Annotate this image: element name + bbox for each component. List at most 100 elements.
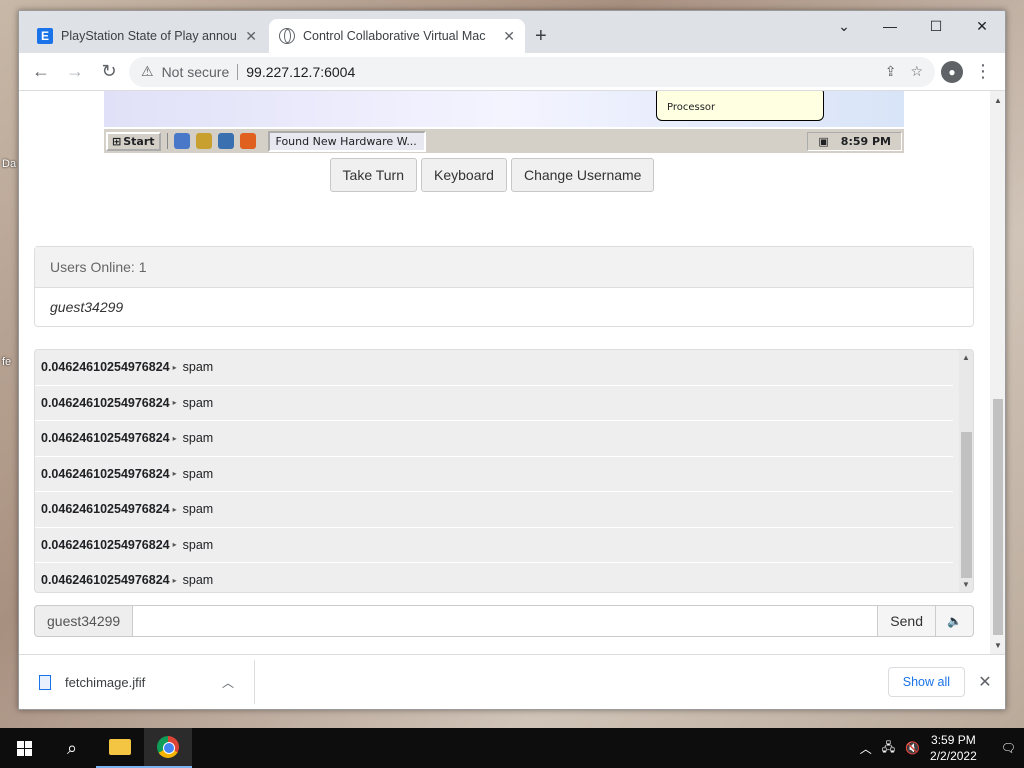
chat-text: spam: [182, 466, 214, 481]
window-controls: ⌄ — ☐ ✕: [821, 11, 1005, 41]
user-list-item: guest34299: [50, 299, 124, 315]
scroll-up-icon[interactable]: ▲: [994, 96, 1002, 105]
ie-icon[interactable]: [173, 133, 190, 149]
chat-sender: 0.04624610254976824: [41, 431, 170, 446]
tab-playstation[interactable]: E PlayStation State of Play announce ✕: [27, 19, 267, 53]
chat-message: 0.04624610254976824 ▸ spam: [35, 421, 953, 457]
chrome-taskbar-button[interactable]: [144, 728, 192, 768]
download-item[interactable]: fetchimage.jfif ︿: [19, 660, 255, 704]
vm-clock: 8:59 PM: [840, 134, 891, 148]
clock-time: 3:59 PM: [931, 733, 976, 747]
chat-text: spam: [182, 360, 214, 375]
scroll-down-icon[interactable]: ▼: [962, 580, 970, 589]
chat-message: 0.04624610254976824 ▸ spam: [35, 386, 953, 421]
scroll-down-icon[interactable]: ▼: [994, 641, 1002, 650]
chat-log[interactable]: 0.04624610254976824 ▸ spam 0.04624610254976…: [34, 349, 974, 593]
close-icon[interactable]: ✕: [965, 672, 1005, 692]
chat-text: spam: [182, 537, 214, 552]
page-content: Processor ⊞ Start Found New Hardware W..…: [19, 91, 1005, 655]
new-tab-button[interactable]: +: [535, 25, 547, 48]
hardware-icon[interactable]: ▣: [818, 135, 828, 148]
maximize-button[interactable]: ☐: [913, 11, 959, 41]
change-username-button[interactable]: Change Username: [510, 158, 655, 192]
network-icon[interactable]: 🖧: [882, 738, 895, 759]
chat-sender: 0.04624610254976824: [41, 395, 170, 410]
keyboard-button[interactable]: Keyboard: [421, 158, 507, 192]
vm-task-found-hardware[interactable]: Found New Hardware W...: [267, 130, 426, 152]
taskbar-clock[interactable]: 3:59 PM 2/2/2022: [930, 732, 977, 764]
reload-button[interactable]: ↻: [95, 58, 123, 86]
browser-toolbar: ← → ↻ ⚠ Not secure 99.227.12.7:6004 ⇪ ☆ …: [19, 53, 1005, 91]
tab-collab-vm[interactable]: Control Collaborative Virtual Mac ✕: [269, 19, 525, 53]
chat-message-input[interactable]: [133, 605, 879, 637]
chat-message: 0.04624610254976824 ▸ spam: [35, 457, 953, 492]
vm-notification-balloon[interactable]: Processor: [656, 91, 824, 121]
address-bar[interactable]: ⚠ Not secure 99.227.12.7:6004 ⇪ ☆: [129, 56, 935, 87]
forward-button[interactable]: →: [61, 58, 89, 86]
vm-taskbar[interactable]: ⊞ Start Found New Hardware W... ▣ 8:59 P…: [104, 127, 904, 153]
chat-sender: 0.04624610254976824: [41, 466, 170, 481]
speaker-icon: 🔈: [947, 614, 962, 628]
chat-rows: 0.04624610254976824 ▸ spam 0.04624610254976…: [35, 350, 973, 592]
windows-taskbar: ⌕ ︿ 🖧 🔇 3:59 PM 2/2/2022 🗨: [0, 728, 1024, 768]
vm-start-button[interactable]: ⊞ Start: [106, 131, 161, 151]
sound-toggle-button[interactable]: 🔈: [936, 605, 974, 637]
turn-controls: Take Turn Keyboard Change Username: [19, 158, 1005, 192]
warning-icon[interactable]: ⚠: [141, 63, 154, 80]
volume-muted-icon[interactable]: 🔇: [905, 741, 920, 755]
bookmark-star-icon[interactable]: ☆: [910, 63, 923, 80]
search-icon[interactable]: ⌕: [48, 728, 96, 768]
folder-icon: [109, 739, 131, 755]
username-addon: guest34299: [34, 605, 134, 637]
desktop-icon-label[interactable]: Da: [2, 158, 16, 170]
system-tray: ︿ 🖧 🔇 3:59 PM 2/2/2022 🗨: [860, 732, 1024, 764]
close-tab-icon[interactable]: ✕: [245, 28, 257, 45]
outlook-icon[interactable]: [195, 133, 212, 149]
close-window-button[interactable]: ✕: [959, 11, 1005, 41]
chevron-up-icon[interactable]: ︿: [222, 674, 234, 691]
menu-kebab-icon[interactable]: ⋮: [969, 58, 997, 86]
scroll-up-icon[interactable]: ▲: [962, 353, 970, 362]
e-favicon-icon: E: [37, 28, 53, 44]
page-scrollbar[interactable]: ▲ ▼: [990, 91, 1005, 655]
chat-text: spam: [182, 431, 214, 446]
vm-start-label: Start: [123, 134, 155, 148]
media-icon[interactable]: [239, 133, 256, 149]
arrow-right-icon: ▸: [172, 362, 177, 372]
start-button[interactable]: [0, 728, 48, 768]
send-button[interactable]: Send: [878, 605, 936, 637]
download-filename: fetchimage.jfif: [65, 674, 146, 690]
chat-sender: 0.04624610254976824: [41, 360, 170, 375]
back-button[interactable]: ←: [27, 58, 55, 86]
show-all-button[interactable]: Show all: [887, 667, 965, 697]
chevron-up-icon[interactable]: ︿: [860, 740, 872, 757]
notification-icon[interactable]: 🗨: [1001, 741, 1016, 755]
omnibox-actions: ⇪ ☆: [885, 63, 923, 80]
url-text[interactable]: 99.227.12.7:6004: [246, 64, 355, 80]
desktop-icon-label[interactable]: fe: [2, 356, 11, 368]
tab-search-icon[interactable]: ⌄: [821, 11, 867, 41]
file-explorer-button[interactable]: [96, 728, 144, 768]
chat-sender: 0.04624610254976824: [41, 537, 170, 552]
vm-quick-launch: [166, 133, 262, 149]
chat-message: 0.04624610254976824 ▸ spam: [35, 563, 953, 592]
chat-text: spam: [182, 395, 214, 410]
chat-scrollbar[interactable]: ▲ ▼: [959, 350, 973, 592]
clock-date: 2/2/2022: [930, 749, 977, 763]
download-shelf: fetchimage.jfif ︿ Show all ✕: [19, 654, 1005, 709]
image-file-icon: [39, 674, 51, 690]
share-icon[interactable]: ⇪: [885, 63, 897, 80]
close-tab-icon[interactable]: ✕: [503, 28, 515, 45]
chat-message: 0.04624610254976824 ▸ spam: [35, 492, 953, 528]
vm-system-tray: ▣ 8:59 PM: [807, 131, 902, 151]
profile-avatar-icon[interactable]: ●: [941, 60, 963, 83]
scroll-thumb[interactable]: [961, 432, 972, 578]
scroll-thumb[interactable]: [993, 399, 1003, 635]
chat-sender: 0.04624610254976824: [41, 573, 170, 588]
minimize-button[interactable]: —: [867, 11, 913, 41]
chat-message: 0.04624610254976824 ▸ spam: [35, 350, 953, 386]
desktop-icon[interactable]: [217, 133, 234, 149]
tab-title: Control Collaborative Virtual Mac: [303, 29, 486, 43]
security-label[interactable]: Not secure: [162, 64, 230, 80]
take-turn-button[interactable]: Take Turn: [329, 158, 418, 192]
